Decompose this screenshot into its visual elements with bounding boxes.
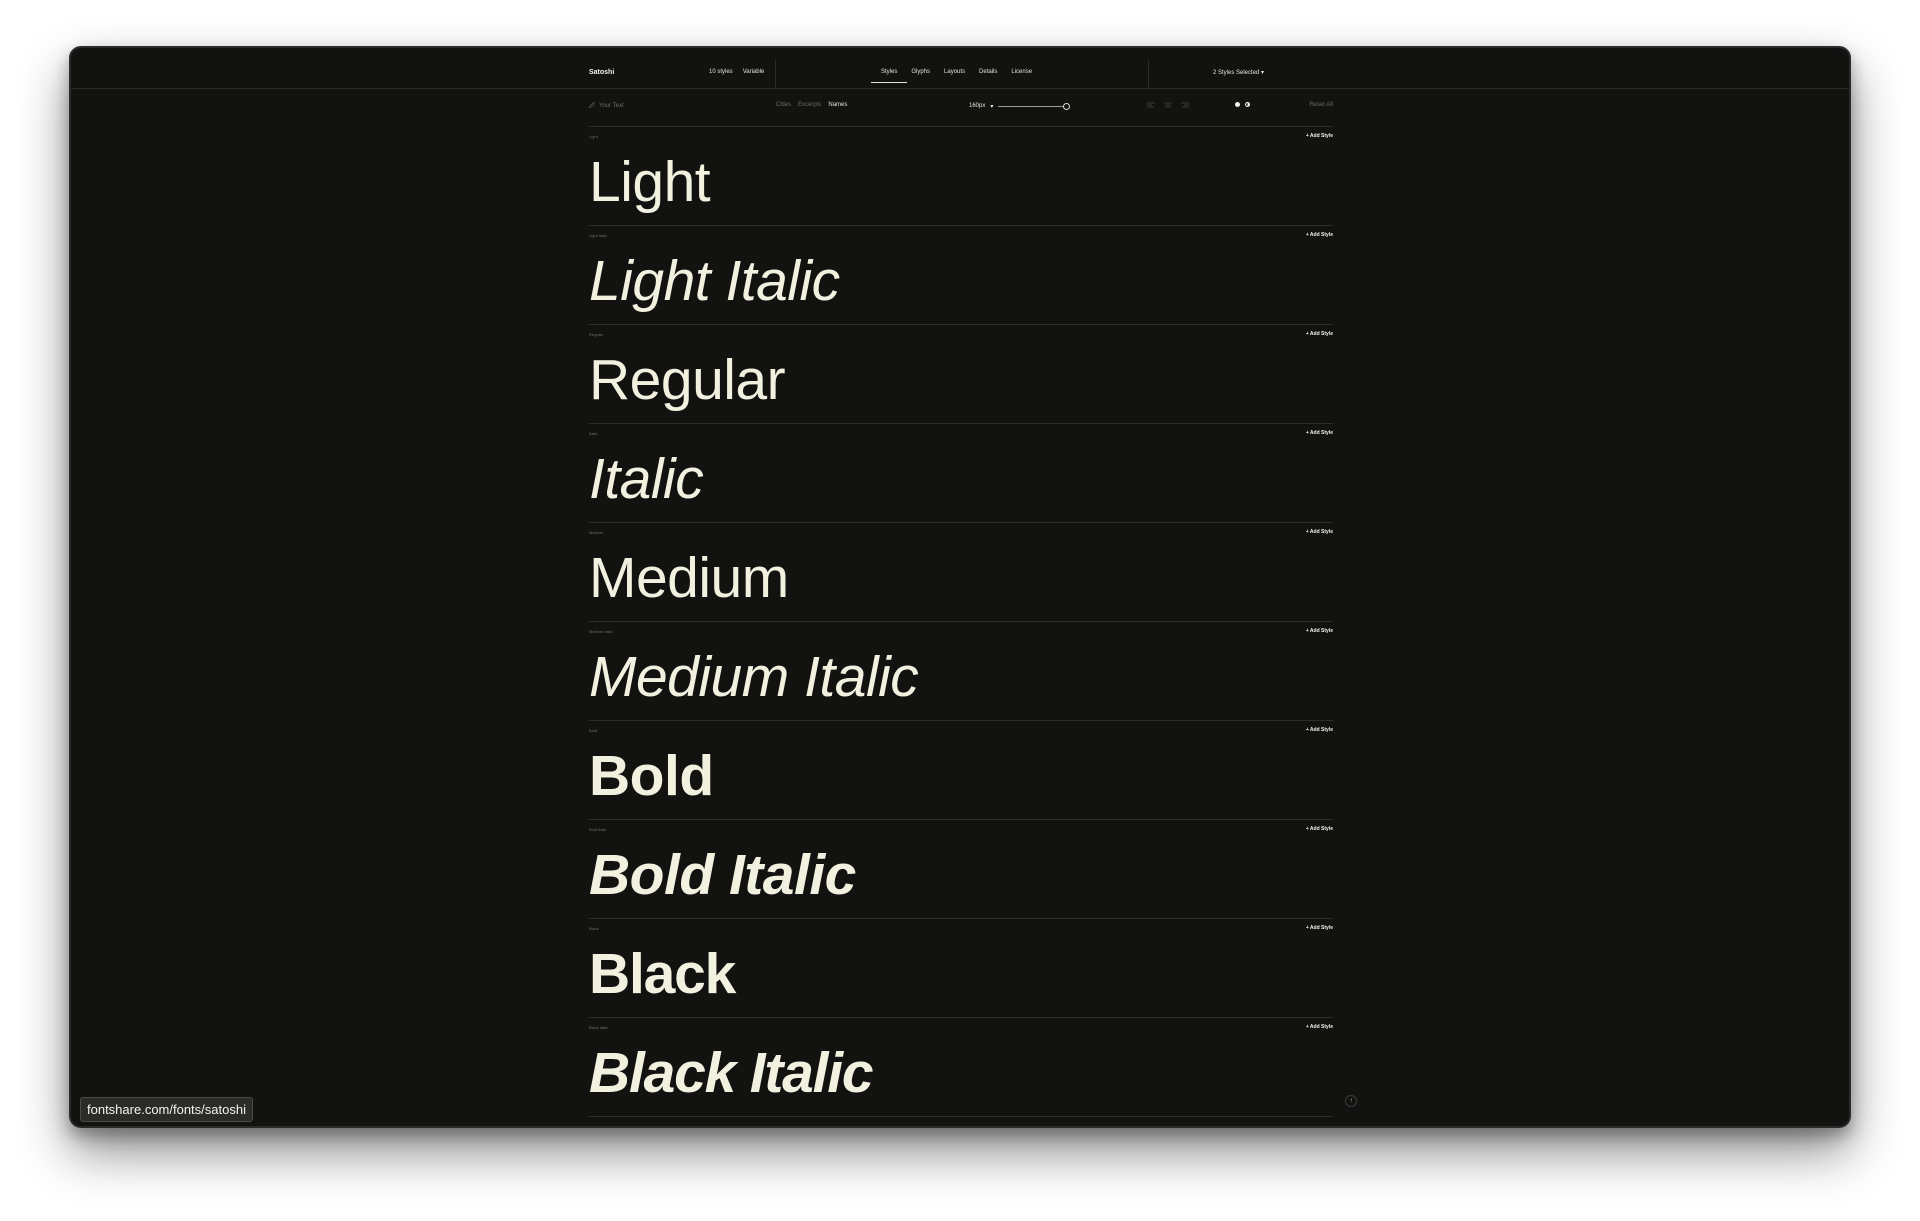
style-row: Bold Italic + Add Style Bold Italic	[589, 819, 1333, 918]
segment-cities[interactable]: Cities	[776, 102, 791, 108]
header-divider	[1148, 60, 1149, 88]
add-style-button[interactable]: + Add Style	[1306, 727, 1333, 733]
styles-count-link[interactable]: 10 styles	[709, 69, 733, 75]
style-row: Italic + Add Style Italic	[589, 423, 1333, 522]
type-text-placeholder: Your Text	[599, 103, 624, 109]
reset-all-button[interactable]: Reset All	[1309, 102, 1333, 108]
align-center-icon[interactable]	[1164, 102, 1172, 110]
add-style-button[interactable]: + Add Style	[1306, 925, 1333, 931]
style-row: Regular + Add Style Regular	[589, 324, 1333, 423]
tab-styles[interactable]: Styles	[870, 69, 908, 83]
style-label: Medium	[589, 530, 604, 535]
styles-selected-label: 2 Styles Selected	[1213, 70, 1260, 76]
browser-window: Satoshi 10 styles Variable Styles Glyphs…	[69, 46, 1851, 1128]
add-style-button[interactable]: + Add Style	[1306, 529, 1333, 535]
style-sample[interactable]: Bold	[589, 745, 714, 807]
style-label: Bold Italic	[589, 827, 607, 832]
align-left-icon[interactable]	[1147, 102, 1155, 110]
status-bar-url: fontshare.com/fonts/satoshi	[80, 1097, 253, 1122]
brand-name[interactable]: Satoshi	[589, 69, 614, 76]
slider-track	[998, 105, 1071, 107]
style-row: Medium + Add Style Medium	[589, 522, 1333, 621]
chevron-down-icon: ▾	[1261, 70, 1265, 76]
variable-link[interactable]: Variable	[743, 69, 765, 75]
style-row: Light + Add Style Light	[589, 126, 1333, 225]
style-sample[interactable]: Black Italic	[589, 1042, 874, 1104]
styles-selected-dropdown[interactable]: 2 Styles Selected ▾	[1213, 69, 1264, 76]
style-label: Light	[589, 134, 598, 139]
align-right-icon[interactable]	[1181, 102, 1189, 110]
type-text-input[interactable]: Your Text	[589, 102, 624, 110]
font-size-value[interactable]: 160px	[969, 103, 985, 109]
style-label: Bold	[589, 728, 598, 733]
style-label: Black Italic	[589, 1025, 609, 1030]
font-meta: 10 styles Variable	[709, 69, 764, 75]
style-row: Black + Add Style Black	[589, 918, 1333, 1017]
add-style-button[interactable]: + Add Style	[1306, 232, 1333, 238]
add-style-button[interactable]: + Add Style	[1306, 331, 1333, 337]
segment-excerpts[interactable]: Excerpts	[798, 102, 821, 108]
add-style-button[interactable]: + Add Style	[1306, 133, 1333, 139]
style-sample[interactable]: Black	[589, 943, 736, 1005]
style-label: Regular	[589, 332, 604, 337]
add-style-button[interactable]: + Add Style	[1306, 628, 1333, 634]
style-sample[interactable]: Italic	[589, 448, 704, 510]
header-divider	[775, 60, 776, 88]
style-sample[interactable]: Bold Italic	[589, 844, 856, 906]
tab-details[interactable]: Details	[979, 69, 997, 75]
add-style-button[interactable]: + Add Style	[1306, 430, 1333, 436]
style-sample[interactable]: Light	[589, 151, 711, 213]
style-sample[interactable]: Medium Italic	[589, 646, 919, 708]
tab-glyphs[interactable]: Glyphs	[911, 69, 930, 75]
pencil-icon	[589, 102, 595, 110]
style-label: Italic	[589, 431, 598, 436]
segment-names[interactable]: Names	[828, 102, 847, 108]
sample-segment-control: Cities Excerpts Names	[776, 102, 847, 108]
chevron-down-icon[interactable]: ▾	[990, 103, 993, 110]
style-label: Black	[589, 926, 599, 931]
preview-toolbar: Your Text Cities Excerpts Names 160px ▾	[589, 102, 1333, 116]
style-sample[interactable]: Regular	[589, 349, 786, 411]
tab-layouts[interactable]: Layouts	[944, 69, 965, 75]
style-row: Black Italic + Add Style Black Italic	[589, 1017, 1333, 1117]
font-size-control: 160px ▾	[969, 102, 1071, 110]
style-sample[interactable]: Light Italic	[589, 250, 840, 312]
light-mode-icon[interactable]	[1235, 102, 1240, 107]
alignment-group	[1147, 102, 1189, 110]
contrast-mode-icon[interactable]	[1245, 102, 1250, 107]
theme-toggle	[1235, 102, 1250, 107]
slider-handle[interactable]	[1063, 102, 1071, 110]
add-style-button[interactable]: + Add Style	[1306, 1024, 1333, 1030]
styles-list: Light + Add Style Light Light Italic + A…	[589, 126, 1333, 1117]
top-bar: Satoshi 10 styles Variable Styles Glyphs…	[71, 48, 1849, 89]
style-row: Medium Italic + Add Style Medium Italic	[589, 621, 1333, 720]
tab-license[interactable]: License	[1011, 69, 1032, 75]
nav-tabs: Styles Glyphs Layouts Details License	[870, 69, 1032, 83]
add-style-button[interactable]: + Add Style	[1306, 826, 1333, 832]
scroll-to-top-button[interactable]: ↑	[1345, 1095, 1357, 1107]
style-sample[interactable]: Medium	[589, 547, 789, 609]
style-label: Light Italic	[589, 233, 608, 238]
style-row: Light Italic + Add Style Light Italic	[589, 225, 1333, 324]
style-row: Bold + Add Style Bold	[589, 720, 1333, 819]
font-size-slider[interactable]	[998, 102, 1071, 110]
style-label: Medium Italic	[589, 629, 613, 634]
